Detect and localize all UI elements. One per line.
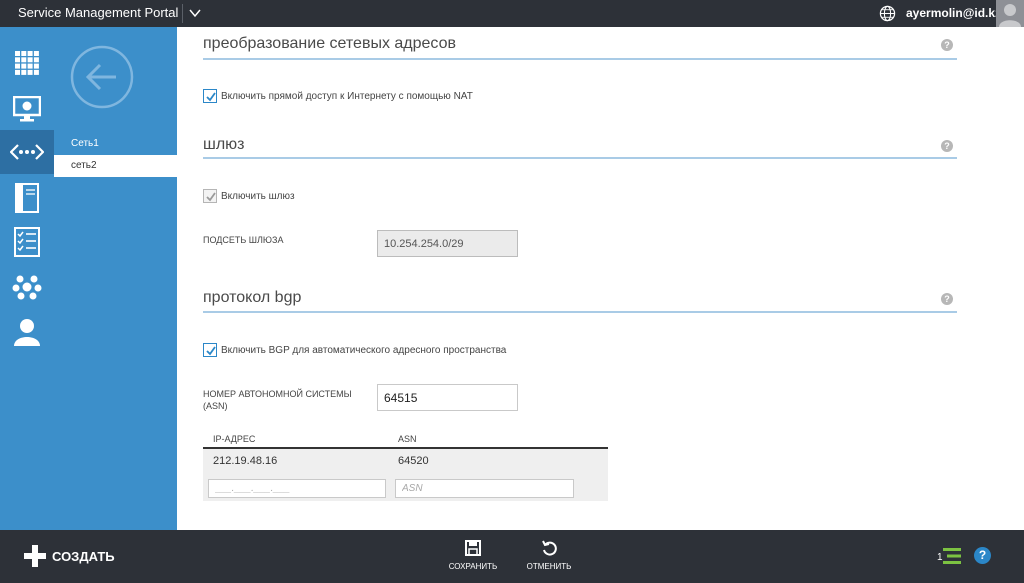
grid-icon xyxy=(15,51,39,75)
gateway-subnet-label: ПОДСЕТЬ ШЛЮЗА xyxy=(203,235,284,245)
nav-tasks[interactable] xyxy=(0,220,54,264)
subnav-item-network2[interactable]: сеть2 xyxy=(54,155,177,177)
secondary-nav: Сеть1 сеть2 xyxy=(54,27,177,530)
book-icon xyxy=(15,183,39,213)
person-icon xyxy=(14,319,40,346)
operations-count: 1 xyxy=(937,552,943,563)
create-label: СОЗДАТЬ xyxy=(52,548,115,564)
gateway-section-divider xyxy=(203,157,957,159)
gateway-help-icon[interactable]: ? xyxy=(941,140,953,152)
undo-icon xyxy=(542,540,557,556)
plus-icon xyxy=(24,545,46,567)
cluster-icon xyxy=(12,275,42,300)
top-bar: Service Management Portal ayermolin@id.k… xyxy=(0,0,1024,27)
column-header-asn: ASN xyxy=(398,434,417,444)
bgp-help-icon[interactable]: ? xyxy=(941,293,953,305)
cancel-label: ОТМЕНИТЬ xyxy=(526,562,572,571)
table-header: IP-АДРЕС ASN xyxy=(203,432,608,449)
nav-networks[interactable] xyxy=(0,130,54,174)
left-nav xyxy=(0,27,54,530)
portal-title[interactable]: Service Management Portal xyxy=(18,5,178,20)
nat-enable-checkbox[interactable] xyxy=(203,89,217,103)
save-label: СОХРАНИТЬ xyxy=(448,562,498,571)
checkmark-icon xyxy=(206,192,216,202)
nat-section-title: преобразование сетевых адресов xyxy=(203,35,456,52)
nat-help-icon[interactable]: ? xyxy=(941,39,953,51)
bgp-enable-label: Включить BGP для автоматического адресно… xyxy=(221,344,507,356)
bgp-section-title: протокол bgp xyxy=(203,289,302,306)
create-button[interactable]: СОЗДАТЬ xyxy=(24,545,115,567)
new-peer-ip-input[interactable] xyxy=(208,479,386,498)
title-divider xyxy=(182,4,183,23)
monitor-icon xyxy=(13,96,41,122)
nav-all-items[interactable] xyxy=(0,41,54,85)
globe-icon[interactable] xyxy=(879,5,896,22)
nav-user-accounts[interactable] xyxy=(0,310,54,354)
bgp-enable-row[interactable]: Включить BGP для автоматического адресно… xyxy=(203,343,506,357)
back-arrow-icon[interactable] xyxy=(70,45,134,109)
user-account-name[interactable]: ayermolin@id.kz xyxy=(906,6,1001,20)
gateway-subnet-field[interactable] xyxy=(377,230,518,257)
checklist-icon xyxy=(14,227,40,257)
gateway-enable-row[interactable]: Включить шлюз xyxy=(203,189,295,203)
avatar[interactable] xyxy=(996,0,1024,27)
table-new-row xyxy=(203,475,608,501)
cell-asn: 64520 xyxy=(398,455,429,467)
help-icon[interactable]: ? xyxy=(974,547,991,564)
command-bar: СОЗДАТЬ СОХРАНИТЬ ОТМЕНИТЬ 1 ? xyxy=(0,530,1024,583)
user-avatar-icon xyxy=(999,4,1021,27)
table-row[interactable]: 212.19.48.16 64520 xyxy=(203,449,608,475)
gateway-section-title: шлюз xyxy=(203,136,245,153)
asn-label-line1: НОМЕР АВТОНОМНОЙ СИСТЕМЫ xyxy=(203,389,352,399)
gateway-enable-label: Включить шлюз xyxy=(221,190,295,202)
checkmark-icon xyxy=(206,92,216,102)
operations-icon[interactable] xyxy=(943,548,961,564)
column-header-ip: IP-АДРЕС xyxy=(213,434,256,444)
save-icon xyxy=(465,540,481,556)
cancel-button[interactable]: ОТМЕНИТЬ xyxy=(519,540,579,571)
network-icon xyxy=(10,144,44,160)
save-button[interactable]: СОХРАНИТЬ xyxy=(443,540,503,571)
asn-label-line2: (ASN) xyxy=(203,401,228,411)
chevron-down-icon[interactable] xyxy=(187,5,203,21)
nav-virtual-machines[interactable] xyxy=(0,87,54,131)
asn-label: НОМЕР АВТОНОМНОЙ СИСТЕМЫ (ASN) xyxy=(203,388,352,412)
checkmark-icon xyxy=(206,346,216,356)
bgp-peers-table: IP-АДРЕС ASN 212.19.48.16 64520 xyxy=(203,432,608,501)
gateway-enable-checkbox[interactable] xyxy=(203,189,217,203)
bgp-enable-checkbox[interactable] xyxy=(203,343,217,357)
new-peer-asn-input[interactable] xyxy=(395,479,574,498)
cell-ip: 212.19.48.16 xyxy=(213,455,278,467)
nat-section-divider xyxy=(203,58,957,60)
nav-documents[interactable] xyxy=(0,176,54,220)
network-config-panel: преобразование сетевых адресов ? Включит… xyxy=(177,27,1024,530)
bgp-section-divider xyxy=(203,311,957,313)
nat-enable-row[interactable]: Включить прямой доступ к Интернету с пом… xyxy=(203,89,473,103)
asn-field[interactable] xyxy=(377,384,518,411)
nat-enable-label: Включить прямой доступ к Интернету с пом… xyxy=(221,90,473,102)
nav-service-bus[interactable] xyxy=(0,265,54,309)
subnav-item-network1[interactable]: Сеть1 xyxy=(54,133,177,155)
